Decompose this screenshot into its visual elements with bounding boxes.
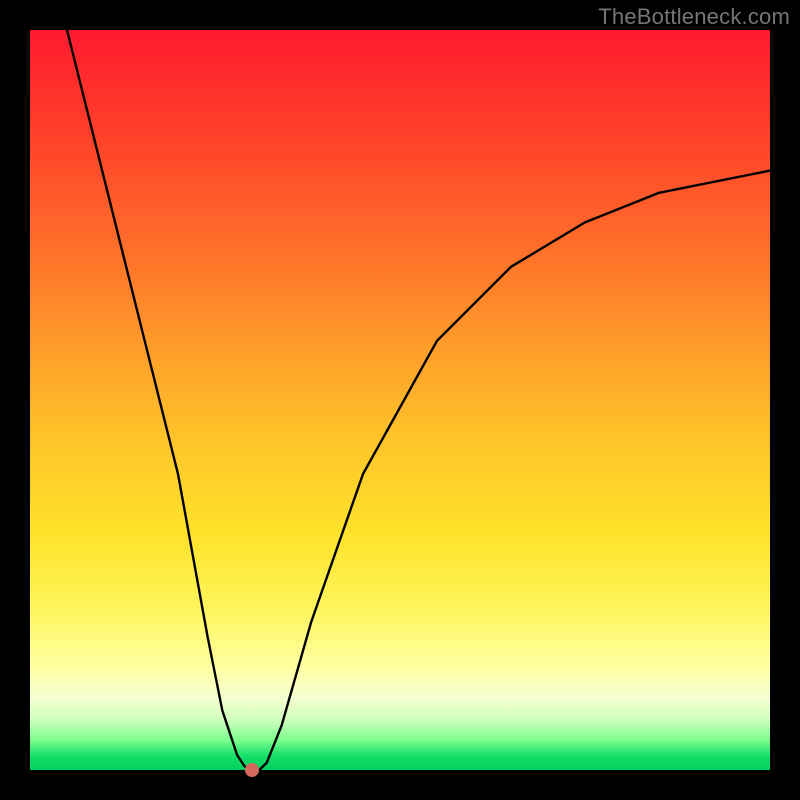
watermark-text: TheBottleneck.com [598, 4, 790, 30]
minimum-marker [245, 763, 259, 777]
frame-border-left [0, 30, 30, 770]
plot-area [30, 30, 770, 770]
bottleneck-curve [30, 30, 770, 770]
frame-border-bottom [0, 770, 800, 800]
frame-border-right [770, 30, 800, 770]
chart-frame: TheBottleneck.com [0, 0, 800, 800]
curve-path [67, 30, 770, 770]
